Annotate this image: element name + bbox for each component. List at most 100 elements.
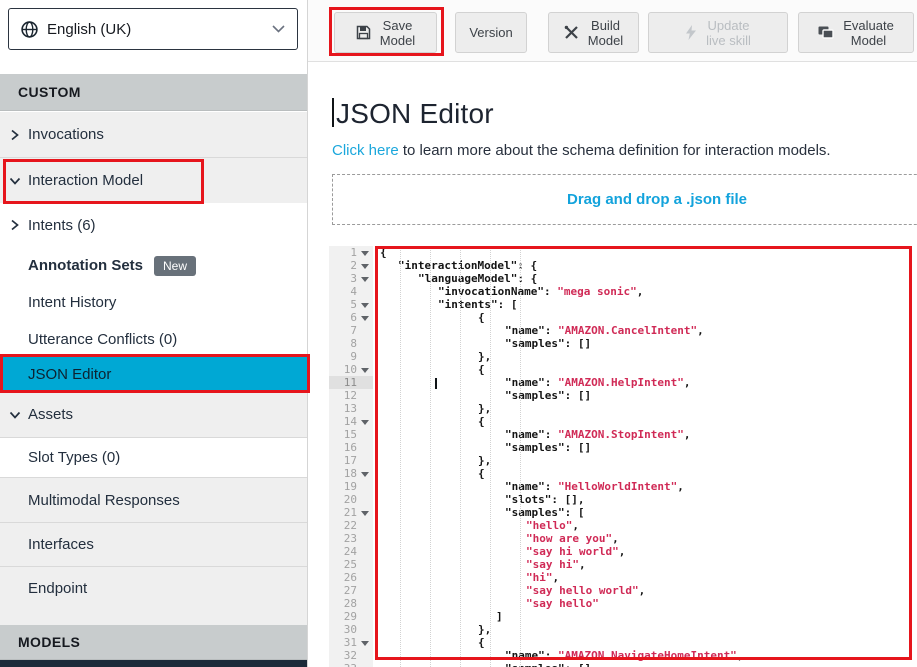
fold-arrow-icon[interactable] (361, 316, 369, 321)
fold-arrow-icon[interactable] (361, 420, 369, 425)
fold-arrow-icon[interactable] (361, 368, 369, 373)
line-number[interactable]: 12 (329, 389, 373, 402)
line-number[interactable]: 31 (329, 636, 373, 649)
line-number[interactable]: 17 (329, 454, 373, 467)
line-number[interactable]: 20 (329, 493, 373, 506)
fold-arrow-icon[interactable] (361, 264, 369, 269)
line-number[interactable]: 1 (329, 246, 373, 259)
code-line[interactable]: 23"how are you", (329, 532, 917, 545)
code-line[interactable]: 4"invocationName": "mega sonic", (329, 285, 917, 298)
code-line[interactable]: 19"name": "HelloWorldIntent", (329, 480, 917, 493)
sidebar-item-json-editor[interactable]: JSON Editor (0, 357, 307, 391)
line-number[interactable]: 3 (329, 272, 373, 285)
code-line[interactable]: 26"hi", (329, 571, 917, 584)
fold-arrow-icon[interactable] (361, 641, 369, 646)
code-line[interactable]: 14{ (329, 415, 917, 428)
code-line[interactable]: 15"name": "AMAZON.StopIntent", (329, 428, 917, 441)
fold-arrow-icon[interactable] (361, 511, 369, 516)
language-selector[interactable]: English (UK) (8, 8, 298, 50)
version-button[interactable]: Version (455, 12, 527, 53)
code-line[interactable]: 21"samples": [ (329, 506, 917, 519)
line-number[interactable]: 10 (329, 363, 373, 376)
sidebar-item-invocations[interactable]: Invocations (0, 112, 307, 158)
sidebar-item-interaction-model[interactable]: Interaction Model (0, 158, 307, 203)
line-number[interactable]: 27 (329, 584, 373, 597)
line-number[interactable]: 14 (329, 415, 373, 428)
sidebar-item-multimodal-responses[interactable]: Multimodal Responses (0, 478, 307, 523)
evaluate-model-button[interactable]: EvaluateModel (798, 12, 914, 53)
line-number[interactable]: 33 (329, 662, 373, 667)
code-line[interactable]: 10{ (329, 363, 917, 376)
code-line[interactable]: 2"interactionModel": { (329, 259, 917, 272)
code-line[interactable]: 20"slots": [], (329, 493, 917, 506)
fold-arrow-icon[interactable] (361, 472, 369, 477)
code-line[interactable]: 29] (329, 610, 917, 623)
code-line[interactable]: 5"intents": [ (329, 298, 917, 311)
fold-arrow-icon[interactable] (361, 277, 369, 282)
line-number[interactable]: 22 (329, 519, 373, 532)
code-line[interactable]: 27"say hello world", (329, 584, 917, 597)
line-number[interactable]: 9 (329, 350, 373, 363)
code-editor[interactable]: 1{2"interactionModel": {3"languageModel"… (329, 246, 917, 667)
line-number[interactable]: 15 (329, 428, 373, 441)
code-line[interactable]: 9}, (329, 350, 917, 363)
code-line[interactable]: 1{ (329, 246, 917, 259)
line-number[interactable]: 8 (329, 337, 373, 350)
code-line[interactable]: 25"say hi", (329, 558, 917, 571)
code-line[interactable]: 22"hello", (329, 519, 917, 532)
code-area[interactable]: 1{2"interactionModel": {3"languageModel"… (329, 246, 917, 667)
line-number[interactable]: 19 (329, 480, 373, 493)
code-line[interactable]: 32"name": "AMAZON.NavigateHomeIntent", (329, 649, 917, 662)
sidebar: English (UK) CUSTOM Invocations In (0, 0, 308, 667)
build-model-button[interactable]: BuildModel (548, 12, 639, 53)
sidebar-item-intents[interactable]: Intents (6) (0, 203, 307, 247)
line-number[interactable]: 16 (329, 441, 373, 454)
line-number[interactable]: 21 (329, 506, 373, 519)
line-number[interactable]: 23 (329, 532, 373, 545)
code-line[interactable]: 28"say hello" (329, 597, 917, 610)
click-here-link[interactable]: Click here (332, 142, 399, 159)
fold-arrow-icon[interactable] (361, 251, 369, 256)
code-line[interactable]: 3"languageModel": { (329, 272, 917, 285)
line-number[interactable]: 28 (329, 597, 373, 610)
code-line[interactable]: 33"samples": [] (329, 662, 917, 667)
update-live-skill-button[interactable]: Updatelive skill (648, 12, 788, 53)
fold-arrow-icon[interactable] (361, 303, 369, 308)
sidebar-item-annotation-sets[interactable]: Annotation Sets New (0, 247, 307, 284)
json-dropzone[interactable]: Drag and drop a .json file (332, 174, 917, 225)
line-number[interactable]: 25 (329, 558, 373, 571)
line-number[interactable]: 29 (329, 610, 373, 623)
line-number[interactable]: 4 (329, 285, 373, 298)
line-number[interactable]: 13 (329, 402, 373, 415)
sidebar-item-intent-history[interactable]: Intent History (0, 284, 307, 321)
line-number[interactable]: 7 (329, 324, 373, 337)
line-number[interactable]: 32 (329, 649, 373, 662)
sidebar-item-assets[interactable]: Assets (0, 391, 307, 438)
save-model-button[interactable]: SaveModel (334, 12, 437, 53)
code-line[interactable]: 6{ (329, 311, 917, 324)
code-line[interactable]: 13}, (329, 402, 917, 415)
sidebar-item-slot-types[interactable]: Slot Types (0) (0, 438, 307, 478)
code-line[interactable]: 12"samples": [] (329, 389, 917, 402)
code-line[interactable]: 30}, (329, 623, 917, 636)
code-line[interactable]: 16"samples": [] (329, 441, 917, 454)
line-number[interactable]: 6 (329, 311, 373, 324)
line-number[interactable]: 5 (329, 298, 373, 311)
button-label: SaveModel (380, 18, 415, 48)
sidebar-item-interfaces[interactable]: Interfaces (0, 523, 307, 567)
code-line[interactable]: 17}, (329, 454, 917, 467)
code-line[interactable]: 8"samples": [] (329, 337, 917, 350)
code-line[interactable]: 24"say hi world", (329, 545, 917, 558)
line-number[interactable]: 24 (329, 545, 373, 558)
line-number[interactable]: 26 (329, 571, 373, 584)
sidebar-item-utterance-conflicts[interactable]: Utterance Conflicts (0) (0, 321, 307, 357)
line-number[interactable]: 11 (329, 376, 373, 389)
code-line[interactable]: 18{ (329, 467, 917, 480)
line-number[interactable]: 18 (329, 467, 373, 480)
line-number[interactable]: 2 (329, 259, 373, 272)
code-line[interactable]: 11"name": "AMAZON.HelpIntent", (329, 376, 917, 389)
code-line[interactable]: 7"name": "AMAZON.CancelIntent", (329, 324, 917, 337)
sidebar-item-endpoint[interactable]: Endpoint (0, 567, 307, 625)
code-line[interactable]: 31{ (329, 636, 917, 649)
line-number[interactable]: 30 (329, 623, 373, 636)
